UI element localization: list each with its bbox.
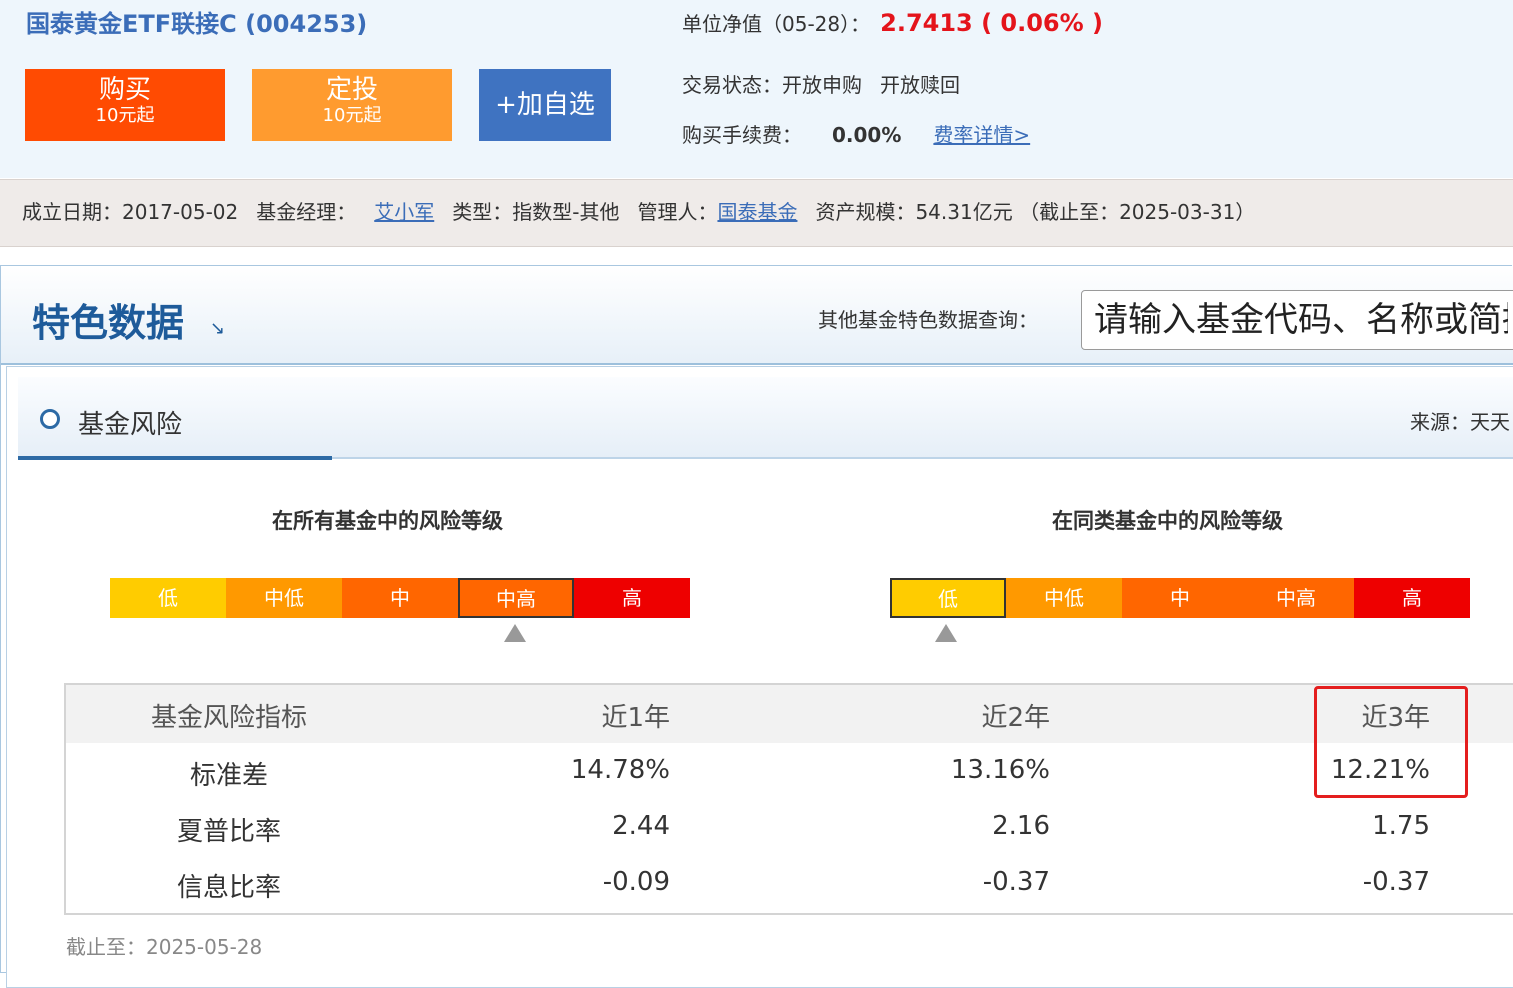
risk-scale-all: 低 中低 中 中高 高 bbox=[110, 578, 690, 618]
highlight-box bbox=[1314, 686, 1468, 798]
fee-detail-link[interactable]: 费率详情> bbox=[933, 123, 1030, 147]
risk-header-divider bbox=[332, 457, 1513, 459]
risk-scale-all-title: 在所有基金中的风险等级 bbox=[272, 509, 503, 533]
source-label: 来源：天天 bbox=[1410, 410, 1510, 434]
risk-scale-peer: 低 中低 中 中高 高 bbox=[890, 578, 1470, 618]
fund-info-text: 成立日期：2017-05-02 基金经理： 艾小军 类型：指数型-其他 管理人：国泰基金… bbox=[22, 196, 1255, 225]
row-sharpe-label: 夏普比率 bbox=[176, 817, 281, 847]
trade-status-purchase: 开放申购 bbox=[782, 73, 862, 97]
std-dev-2y: 13.16% bbox=[950, 755, 1050, 785]
trade-status-redeem: 开放赎回 bbox=[880, 73, 960, 97]
add-watchlist-label: +加自选 bbox=[495, 90, 595, 120]
risk-level-mid-high: 中高 bbox=[1238, 578, 1354, 618]
risk-title: 基金风险 bbox=[78, 410, 183, 440]
risk-scale-peer-title: 在同类基金中的风险等级 bbox=[1052, 509, 1283, 533]
info-ratio-2y: -0.37 bbox=[982, 867, 1050, 897]
risk-level-high: 高 bbox=[1354, 578, 1470, 618]
buy-button-sub: 10元起 bbox=[95, 105, 155, 126]
fund-title[interactable]: 国泰黄金ETF联接C (004253) bbox=[26, 4, 367, 39]
establish-label: 成立日期： bbox=[22, 200, 122, 224]
as-of-date: 截止至：2025-05-28 bbox=[66, 935, 263, 959]
buy-button[interactable]: 购买 10元起 bbox=[25, 69, 225, 141]
size-label: 资产规模： bbox=[815, 200, 916, 224]
std-dev-1y: 14.78% bbox=[570, 755, 670, 785]
manager-label: 基金经理： bbox=[256, 200, 357, 224]
feature-title: 特色数据 bbox=[32, 301, 185, 345]
risk-level-low: 低 bbox=[110, 578, 226, 618]
sharpe-2y: 2.16 bbox=[992, 811, 1050, 841]
trade-status-line: 交易状态：开放申购 开放赎回 bbox=[682, 69, 978, 98]
company-label: 管理人： bbox=[637, 200, 718, 224]
sharpe-3y: 1.75 bbox=[1372, 811, 1430, 841]
risk-level-mid-low: 中低 bbox=[226, 578, 342, 618]
risk-tab-underline bbox=[18, 456, 332, 460]
risk-level-mid-low: 中低 bbox=[1006, 578, 1122, 618]
fee-label: 购买手续费： bbox=[682, 123, 802, 147]
add-watchlist-button[interactable]: +加自选 bbox=[479, 69, 611, 141]
info-ratio-1y: -0.09 bbox=[602, 867, 670, 897]
risk-level-mid: 中 bbox=[342, 578, 458, 618]
header-1y: 近1年 bbox=[601, 703, 670, 733]
header-2y: 近2年 bbox=[981, 703, 1050, 733]
risk-level-mid: 中 bbox=[1122, 578, 1238, 618]
sharpe-1y: 2.44 bbox=[612, 811, 670, 841]
header-indicator: 基金风险指标 bbox=[150, 703, 307, 733]
fee-line: 购买手续费： 0.00% 费率详情> bbox=[682, 119, 1030, 148]
fee-value: 0.00% bbox=[832, 123, 902, 147]
risk-level-low-selected: 低 bbox=[890, 578, 1006, 618]
establish-date: 2017-05-02 bbox=[122, 200, 239, 224]
fund-type: 指数型-其他 bbox=[512, 200, 620, 224]
row-std-dev-label: 标准差 bbox=[189, 761, 268, 791]
manager-link[interactable]: 艾小军 bbox=[374, 200, 434, 224]
nav-label: 单位净值（05-28）： bbox=[682, 12, 871, 36]
triangle-up-icon bbox=[935, 624, 957, 642]
row-info-ratio-label: 信息比率 bbox=[176, 873, 281, 903]
type-label: 类型： bbox=[452, 200, 513, 224]
risk-level-high: 高 bbox=[574, 578, 690, 618]
arrow-down-right-icon: ↘ bbox=[210, 318, 226, 339]
search-label: 其他基金特色数据查询： bbox=[818, 308, 1038, 332]
fund-search-input[interactable] bbox=[1081, 290, 1513, 350]
circle-icon bbox=[40, 409, 60, 429]
nav-line: 单位净值（05-28）： 2.7413 ( 0.06% ) bbox=[682, 8, 1103, 37]
fixed-investment-sub: 10元起 bbox=[322, 105, 382, 126]
fund-size: 54.31亿元 （截止至：2025-03-31） bbox=[915, 200, 1256, 224]
company-link[interactable]: 国泰基金 bbox=[717, 200, 797, 224]
risk-level-mid-high-selected: 中高 bbox=[458, 578, 574, 618]
fixed-investment-label: 定投 bbox=[325, 75, 378, 105]
risk-panel-header bbox=[18, 377, 1513, 459]
trade-status-label: 交易状态： bbox=[682, 73, 782, 97]
buy-button-label: 购买 bbox=[98, 75, 151, 105]
triangle-up-icon bbox=[504, 624, 526, 642]
nav-value: 2.7413 ( 0.06% ) bbox=[880, 9, 1104, 37]
fixed-investment-button[interactable]: 定投 10元起 bbox=[252, 69, 452, 141]
info-ratio-3y: -0.37 bbox=[1362, 867, 1430, 897]
